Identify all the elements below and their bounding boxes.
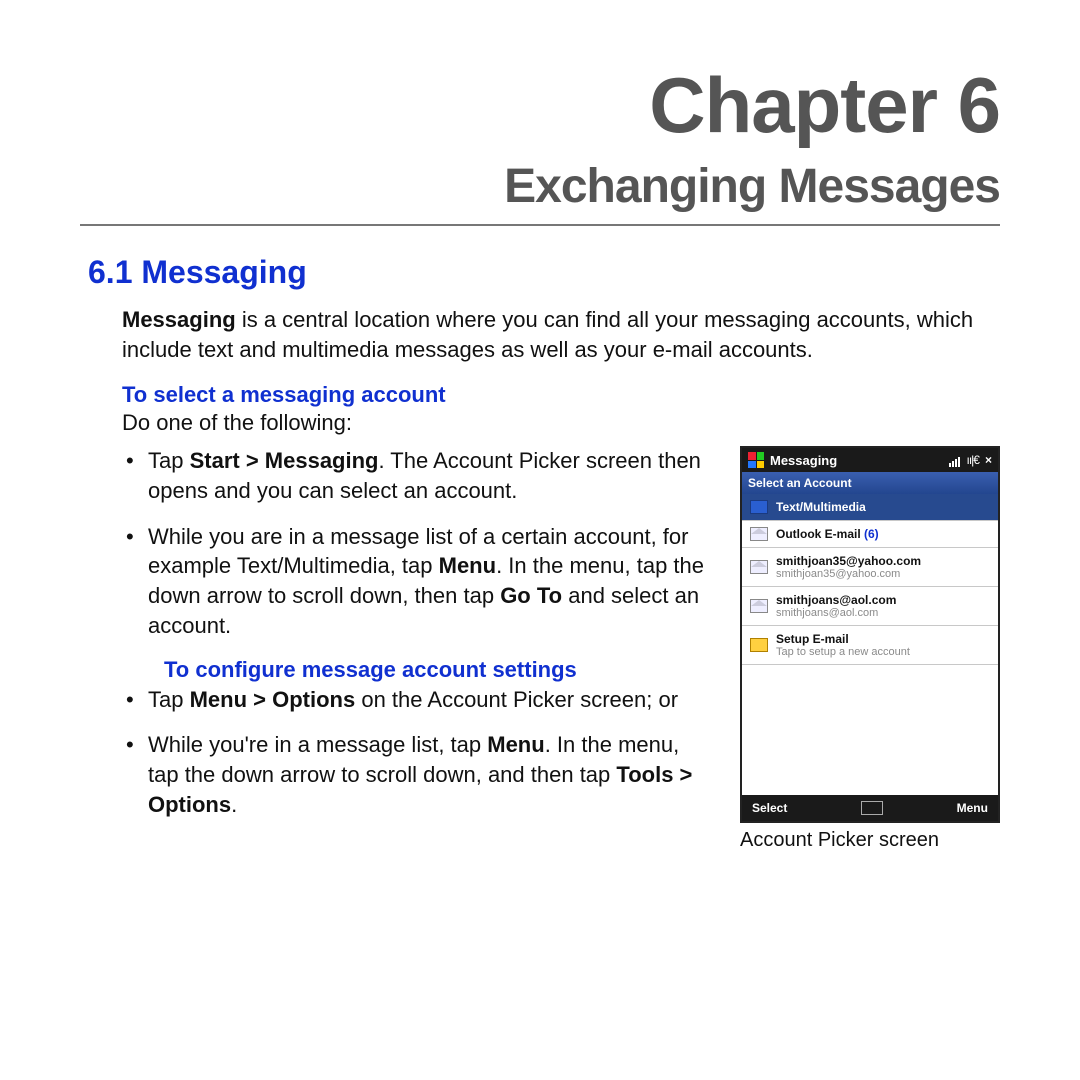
- chapter-title: Chapter 6: [80, 60, 1000, 151]
- text-bold: Menu > Options: [190, 687, 356, 712]
- text: While you're in a message list, tap: [148, 732, 487, 757]
- text-bold: Menu: [439, 553, 496, 578]
- text: Tap: [148, 448, 190, 473]
- account-sub: Tap to setup a new account: [776, 646, 910, 658]
- account-sub: smithjoan35@yahoo.com: [776, 568, 921, 580]
- divider: [80, 224, 1000, 226]
- setup-icon: [750, 638, 768, 652]
- intro-lead: Messaging: [122, 307, 236, 332]
- envelope-icon: [750, 527, 768, 541]
- select-lead-in: Do one of the following:: [122, 410, 1000, 436]
- phone-icon: [750, 500, 768, 514]
- windows-logo-icon: [748, 452, 764, 468]
- envelope-icon: [750, 599, 768, 613]
- phone-screenshot: Messaging ıı|€ × Select an Account Text/…: [740, 446, 1000, 823]
- list-item: While you're in a message list, tap Menu…: [122, 730, 712, 819]
- list-item: While you are in a message list of a cer…: [122, 522, 712, 641]
- text-bold: Start > Messaging: [190, 448, 379, 473]
- intro-rest: is a central location where you can find…: [122, 307, 973, 362]
- text: on the Account Picker screen; or: [355, 687, 678, 712]
- configure-heading: To configure message account settings: [164, 657, 712, 683]
- account-name: Outlook E-mail (6): [776, 527, 879, 541]
- section-heading: 6.1 Messaging: [88, 254, 1000, 291]
- phone-softkey-bar: Select Menu: [742, 795, 998, 821]
- envelope-icon: [750, 560, 768, 574]
- keyboard-icon[interactable]: [861, 801, 883, 815]
- phone-figure: Messaging ıı|€ × Select an Account Text/…: [740, 446, 1000, 852]
- intro-paragraph: Messaging is a central location where yo…: [122, 305, 1000, 364]
- account-name: Text/Multimedia: [776, 500, 866, 514]
- account-row-outlook[interactable]: Outlook E-mail (6): [742, 521, 998, 548]
- phone-titlebar: Messaging ıı|€ ×: [742, 448, 998, 472]
- phone-title-text: Messaging: [770, 453, 837, 468]
- text: Tap: [148, 687, 190, 712]
- select-account-list: Tap Start > Messaging. The Account Picke…: [122, 446, 712, 640]
- account-row-text-multimedia[interactable]: Text/Multimedia: [742, 494, 998, 521]
- close-icon[interactable]: ×: [985, 453, 992, 467]
- chapter-subtitle: Exchanging Messages: [80, 159, 1000, 214]
- text: Outlook E-mail: [776, 527, 864, 541]
- configure-list: Tap Menu > Options on the Account Picker…: [122, 685, 712, 820]
- signal-icon: [949, 453, 961, 467]
- phone-empty-area: [742, 665, 998, 795]
- text-bold: Menu: [487, 732, 544, 757]
- figure-caption: Account Picker screen: [740, 829, 1000, 852]
- account-row-yahoo[interactable]: smithjoan35@yahoo.com smithjoan35@yahoo.…: [742, 548, 998, 587]
- account-name: smithjoans@aol.com: [776, 593, 896, 607]
- account-name: smithjoan35@yahoo.com: [776, 554, 921, 568]
- speaker-icon: ıı|€: [967, 453, 979, 467]
- account-row-setup[interactable]: Setup E-mail Tap to setup a new account: [742, 626, 998, 665]
- account-name: Setup E-mail: [776, 632, 910, 646]
- select-account-heading: To select a messaging account: [122, 382, 1000, 408]
- account-sub: smithjoans@aol.com: [776, 607, 896, 619]
- list-item: Tap Menu > Options on the Account Picker…: [122, 685, 712, 715]
- softkey-menu[interactable]: Menu: [957, 801, 988, 815]
- text: .: [231, 792, 237, 817]
- unread-count: (6): [864, 527, 879, 541]
- text-bold: Go To: [500, 583, 562, 608]
- account-row-aol[interactable]: smithjoans@aol.com smithjoans@aol.com: [742, 587, 998, 626]
- list-item: Tap Start > Messaging. The Account Picke…: [122, 446, 712, 505]
- softkey-select[interactable]: Select: [752, 801, 787, 815]
- phone-section-header: Select an Account: [742, 472, 998, 494]
